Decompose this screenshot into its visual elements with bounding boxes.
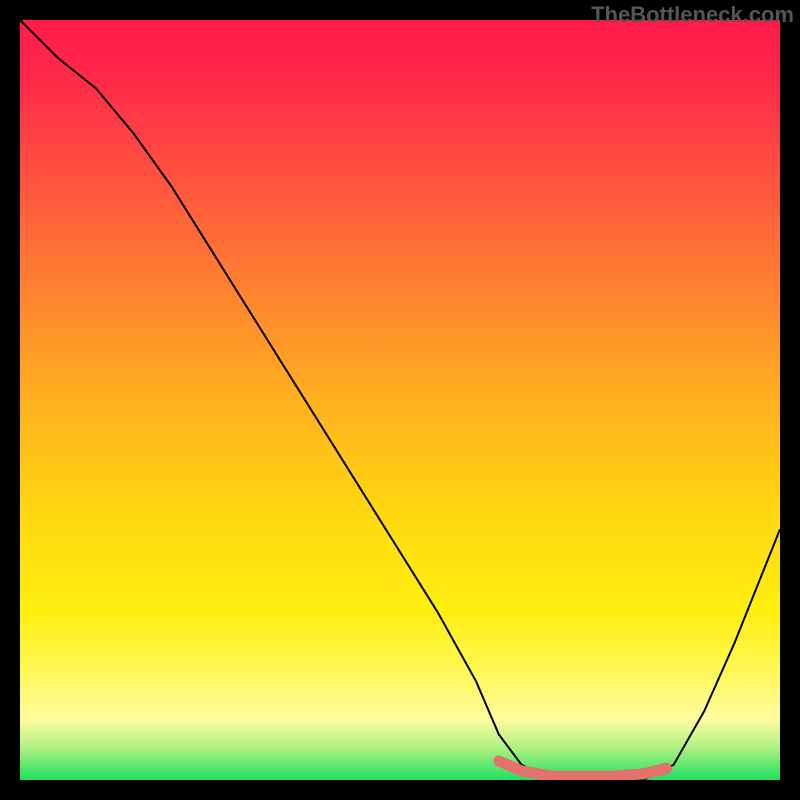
chart-plot-area: [20, 20, 780, 780]
watermark-text: TheBottleneck.com: [591, 2, 794, 28]
optimal-range-marker: [20, 20, 780, 780]
